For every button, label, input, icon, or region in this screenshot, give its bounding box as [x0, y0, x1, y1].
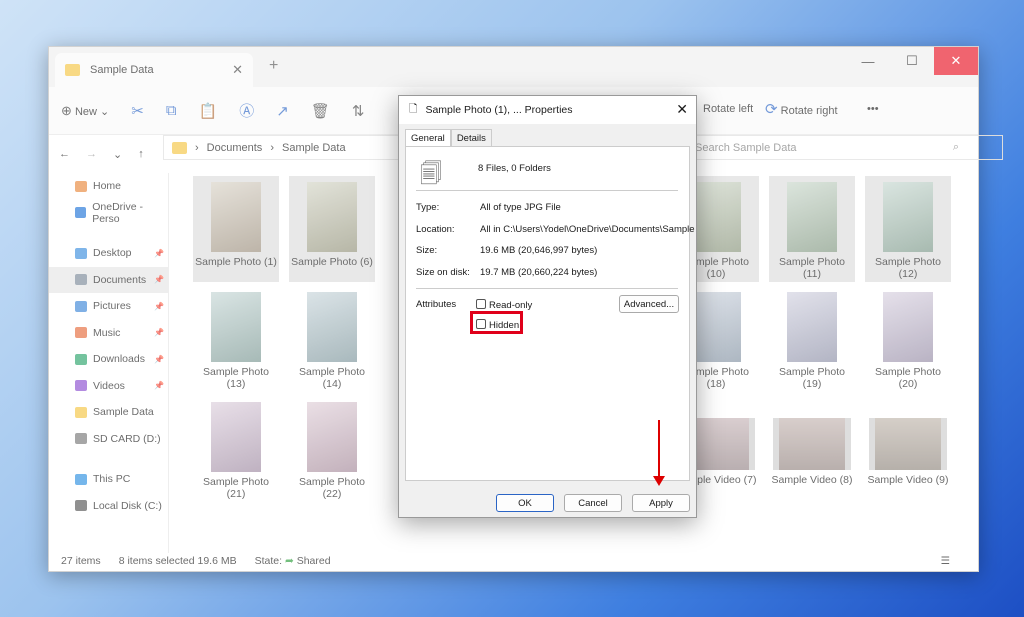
advanced-button[interactable]: Advanced... [619, 295, 679, 313]
hidden-highlight-box [470, 311, 523, 334]
type-value: All of type JPG File [480, 202, 561, 213]
apply-arrow-annotation [653, 420, 665, 486]
file-icon: 🗋 [409, 103, 418, 115]
read-only-checkbox[interactable]: Read-only [476, 299, 532, 311]
type-label: Type: [416, 202, 440, 213]
size-value: 19.6 MB (20,646,997 bytes) [480, 245, 598, 256]
size-on-disk-value: 19.7 MB (20,660,224 bytes) [480, 267, 598, 278]
general-panel: 🗐 8 Files, 0 Folders Type: All of type JP… [405, 146, 695, 481]
location-value: All in C:\Users\Yodel\OneDrive\Documents… [480, 224, 695, 235]
ok-button[interactable]: OK [496, 494, 554, 512]
files-summary: 8 Files, 0 Folders [478, 163, 551, 174]
cancel-button[interactable]: Cancel [564, 494, 622, 512]
size-label: Size: [416, 245, 438, 256]
attributes-label: Attributes [416, 299, 457, 310]
location-label: Location: [416, 224, 455, 235]
dialog-title: Sample Photo (1), ... Properties [425, 104, 573, 116]
properties-dialog: 🗋 Sample Photo (1), ... Properties ✕ Gene… [398, 95, 697, 518]
dialog-close-button[interactable]: ✕ [676, 101, 688, 118]
read-only-label: Read-only [489, 300, 533, 311]
size-on-disk-label: Size on disk: [416, 267, 470, 278]
apply-button[interactable]: Apply [632, 494, 690, 512]
